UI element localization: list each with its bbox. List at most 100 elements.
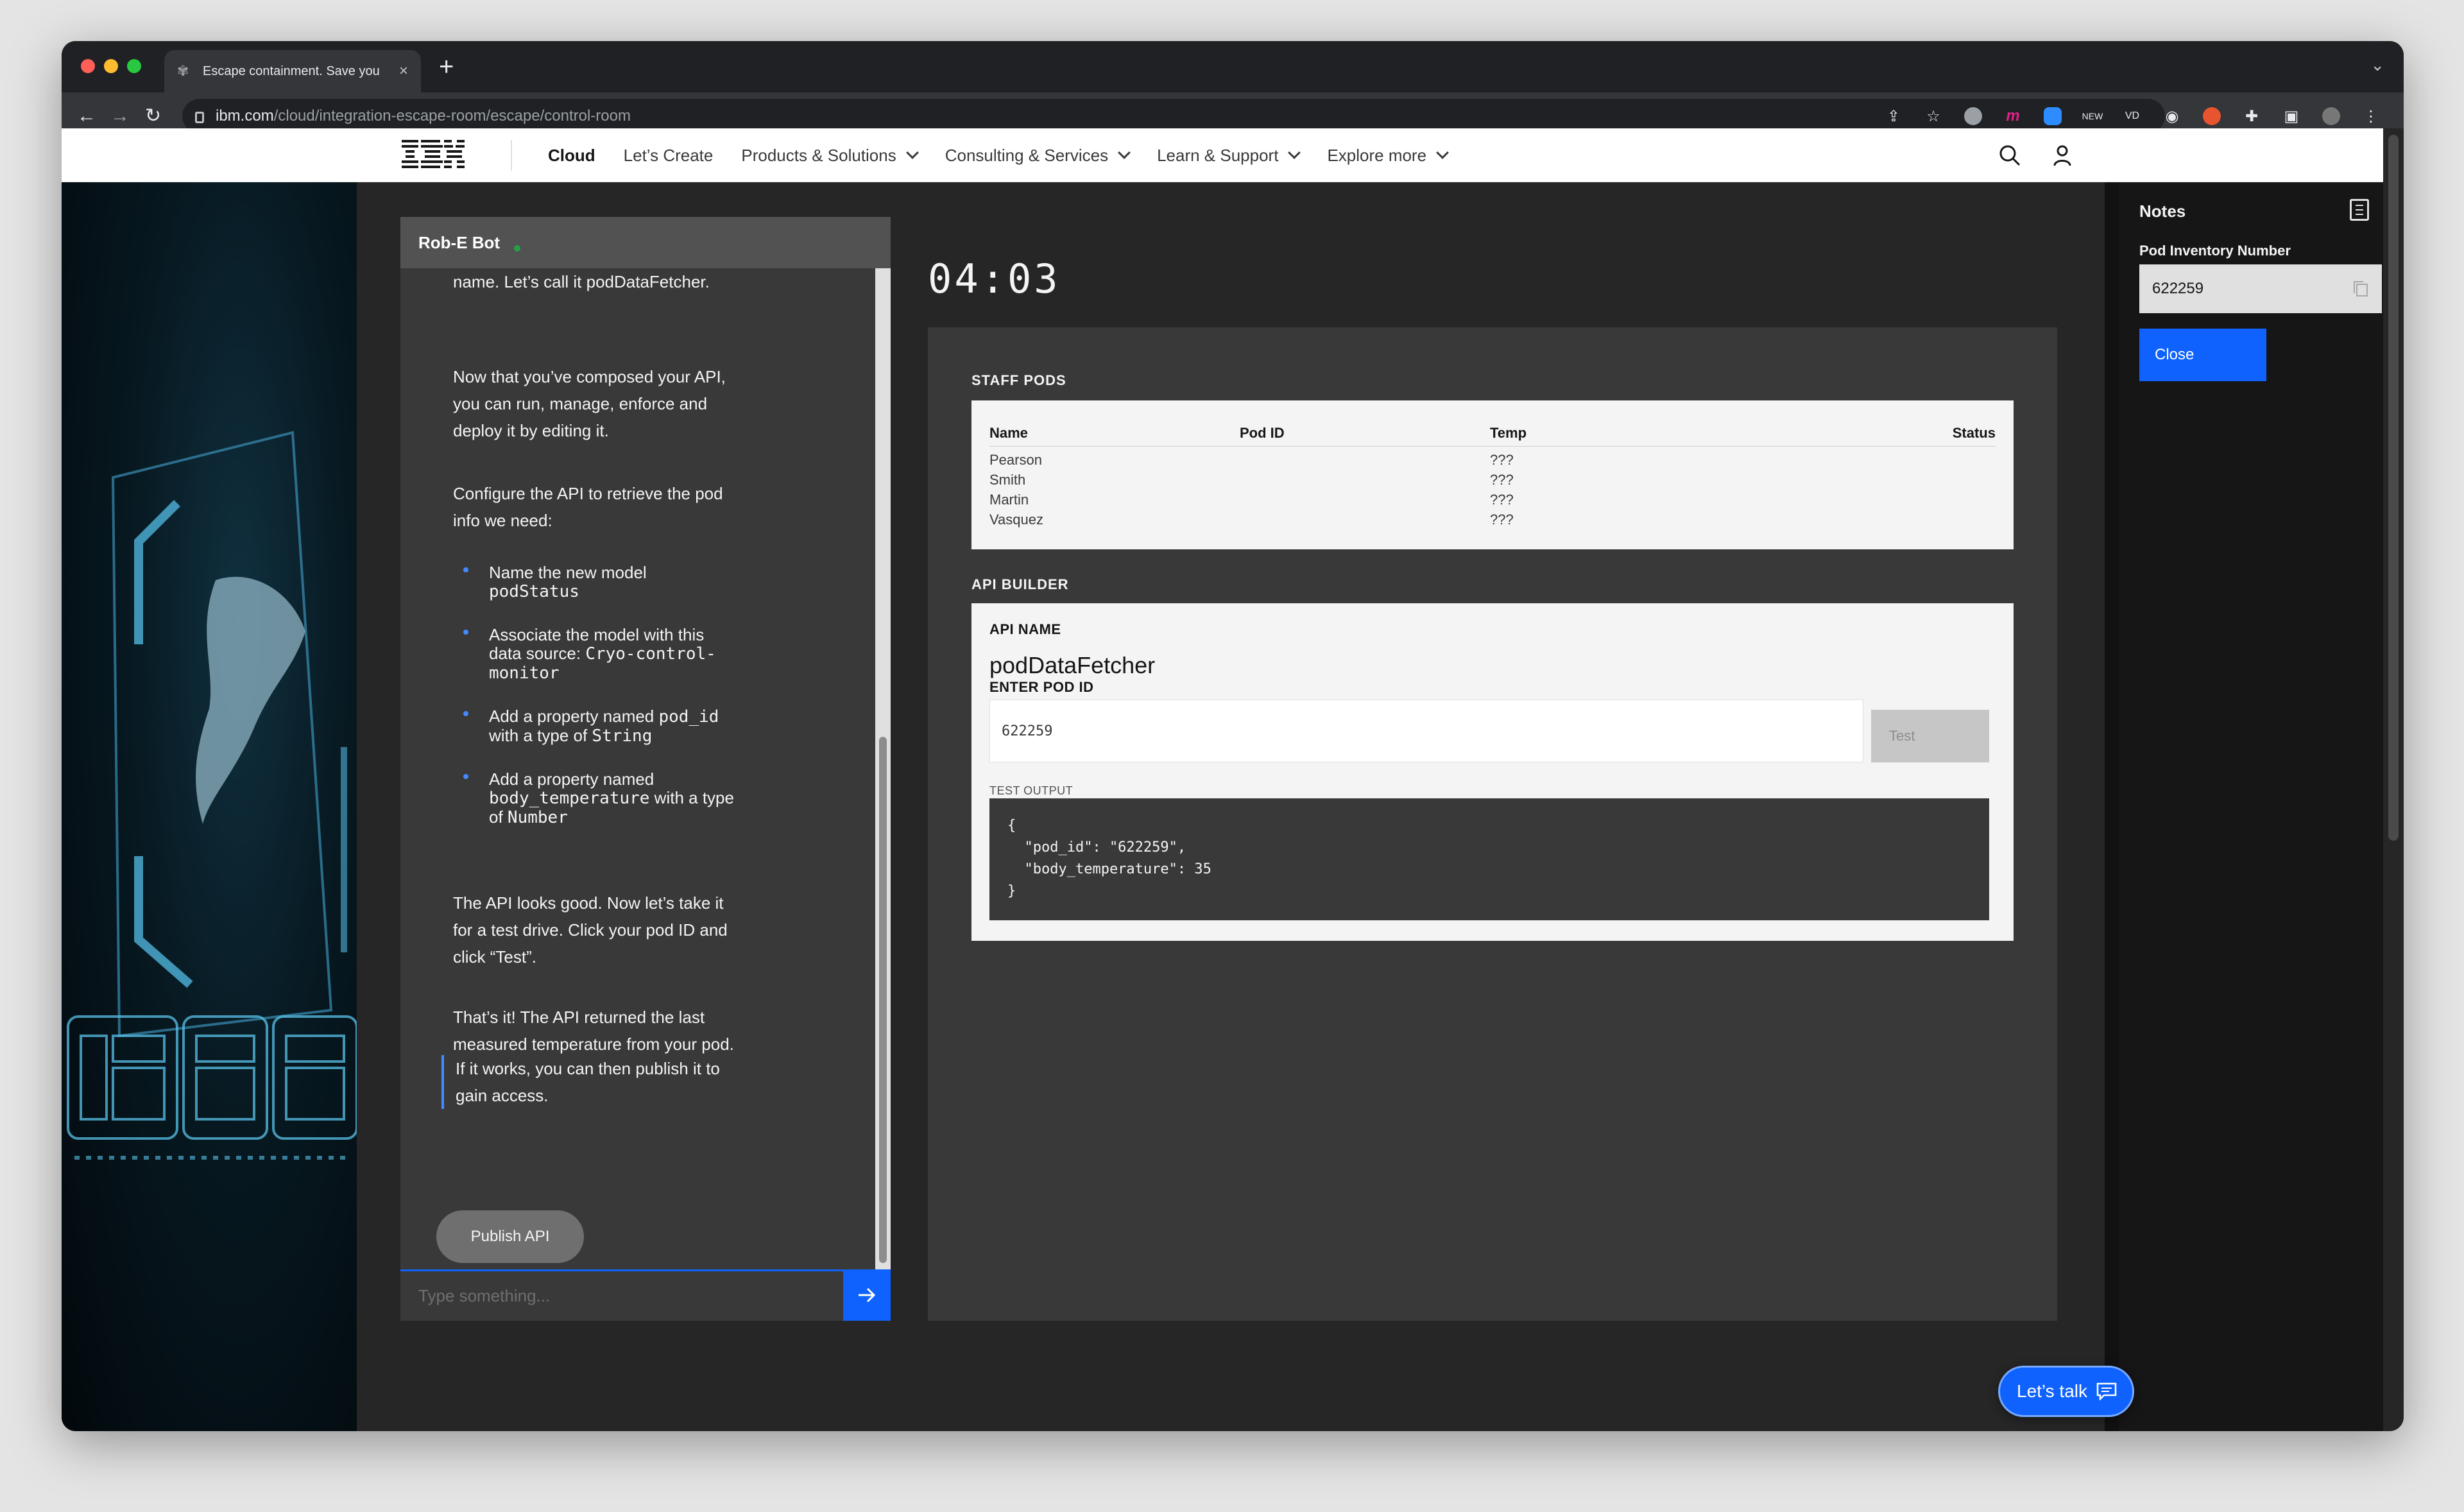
pod-temp: ??? [1490, 492, 1514, 508]
chat-header: Rob-E Bot [400, 217, 891, 268]
instruction-list: Name the new model podStatus Associate t… [453, 563, 735, 852]
column-header-pod-id: Pod ID [1240, 425, 1285, 441]
ibm-logo[interactable] [402, 140, 465, 168]
maximize-window-button[interactable] [127, 59, 141, 73]
puzzle-icon[interactable]: ✚ [2238, 103, 2265, 130]
chat-scrollbar[interactable] [875, 268, 891, 1269]
bullet-text: with a type of [489, 726, 592, 745]
chevron-down-icon [1288, 146, 1301, 159]
pod-temp: ??? [1490, 472, 1514, 488]
lets-talk-button[interactable]: Let’s talk [1998, 1366, 2134, 1417]
user-icon[interactable] [2049, 142, 2075, 168]
api-name-value: podDataFetcher [989, 652, 1156, 678]
kebab-menu-icon[interactable]: ⋮ [2357, 103, 2384, 130]
minimize-window-button[interactable] [104, 59, 118, 73]
list-item: Add a property named body_temperature wi… [453, 770, 735, 827]
pod-id-input[interactable] [989, 700, 1863, 762]
close-button[interactable]: Close [2139, 329, 2266, 381]
nav-lets-create[interactable]: Let’s Create [624, 146, 714, 166]
tab-title: Escape containment. Save you [203, 64, 380, 78]
copy-icon[interactable] [2352, 280, 2369, 298]
browser-window: ✾ Escape containment. Save you × + ⌄ ← →… [62, 41, 2404, 1431]
extension-g-icon[interactable] [1960, 103, 1987, 130]
extension-orange-icon[interactable] [2198, 103, 2225, 130]
send-button[interactable] [843, 1269, 891, 1321]
notebook-icon[interactable] [2350, 199, 2369, 221]
url-host: ibm.com [216, 107, 274, 125]
online-status-dot [514, 245, 521, 252]
pod-temp: ??? [1490, 452, 1514, 468]
profile-avatar[interactable] [2318, 103, 2345, 130]
page-scrollbar[interactable] [2383, 128, 2404, 1431]
bullet-code: pod_id [658, 707, 719, 726]
nav-learn-support[interactable]: Learn & Support [1157, 145, 1301, 166]
chat-message: Now that you’ve composed your API, you c… [453, 367, 726, 440]
table-row: Smith ??? [989, 472, 1996, 492]
tab-close-icon[interactable]: × [399, 62, 408, 80]
extension-zoom-icon[interactable] [2039, 103, 2066, 130]
nav-cloud[interactable]: Cloud [548, 146, 595, 166]
lock-icon [195, 112, 204, 123]
staff-pods-table: Name Pod ID Temp Status Pearson ??? Smit… [971, 400, 2014, 549]
chat-message: Configure the API to retrieve the pod in… [453, 484, 723, 530]
table-body: Pearson ??? Smith ??? Martin ??? Vasquez… [989, 452, 1996, 531]
nav-products-label: Products & Solutions [741, 145, 896, 165]
table-row: Martin ??? [989, 492, 1996, 511]
bullet-code: Number [507, 808, 568, 827]
share-icon[interactable]: ⇪ [1880, 103, 1907, 130]
test-output-label: TEST OUTPUT [989, 784, 1074, 797]
pod-temp: ??? [1490, 511, 1514, 528]
extension-new-icon[interactable]: NEW [2079, 103, 2106, 130]
chat-message: That’s it! The API returned the last mea… [453, 1008, 734, 1054]
bullet-text: Add a property named [489, 707, 659, 726]
nav-learn-label: Learn & Support [1157, 145, 1279, 165]
sidepanel-icon[interactable]: ▣ [2278, 103, 2305, 130]
forward-arrow-icon[interactable]: → [110, 104, 130, 128]
bullet-code: body_temperature [489, 789, 650, 808]
page-scrollbar-thumb[interactable] [2388, 135, 2399, 841]
list-item: Associate the model with this data sourc… [453, 626, 735, 683]
favicon-icon: ✾ [177, 63, 189, 79]
chat-input[interactable] [400, 1269, 843, 1321]
chevron-down-icon [1436, 146, 1449, 159]
staff-pods-title: STAFF PODS [971, 372, 1066, 388]
control-board: STAFF PODS Name Pod ID Temp Status Pears… [928, 327, 2057, 1321]
nav-consulting-services[interactable]: Consulting & Services [945, 146, 1131, 166]
nav-cloud-label: Cloud [548, 145, 595, 165]
extension-m-icon[interactable]: m [1999, 103, 2026, 130]
search-icon[interactable] [1997, 142, 2023, 168]
column-header-name: Name [989, 425, 1028, 441]
chat-scrollbar-thumb[interactable] [879, 737, 887, 1263]
chat-bubble-icon [2096, 1382, 2117, 1400]
notes-title: Notes [2139, 202, 2186, 221]
pod-name: Vasquez [989, 511, 1043, 528]
bullet-code: podStatus [489, 582, 579, 601]
publish-api-button[interactable]: Publish API [436, 1210, 584, 1263]
background-artwork [62, 182, 357, 1431]
extension-vd-icon[interactable]: VD [2119, 103, 2146, 130]
chevron-down-icon [905, 146, 919, 159]
nav-lets-create-label: Let’s Create [623, 145, 714, 165]
tab-search-chevron-icon[interactable]: ⌄ [2370, 55, 2384, 75]
nav-products-solutions[interactable]: Products & Solutions [741, 145, 919, 166]
test-button[interactable]: Test [1871, 710, 1989, 762]
pod-name: Pearson [989, 452, 1042, 468]
nav-explore-more[interactable]: Explore more [1327, 146, 1449, 166]
new-tab-button[interactable]: + [439, 54, 454, 80]
extension-eye-icon[interactable]: ◉ [2159, 103, 2186, 130]
reload-icon[interactable]: ↻ [145, 104, 161, 128]
tab-bar: ✾ Escape containment. Save you × + ⌄ [62, 41, 2404, 92]
browser-tab[interactable]: ✾ Escape containment. Save you × [164, 50, 421, 92]
chat-message: name. Let’s call it podDataFetcher. [453, 272, 710, 291]
table-row: Pearson ??? [989, 452, 1996, 472]
pod-inventory-field[interactable]: 622259 [2139, 264, 2382, 313]
column-header-status: Status [1952, 425, 1996, 441]
back-arrow-icon[interactable]: ← [77, 104, 96, 128]
lets-talk-label: Let’s talk [2017, 1381, 2087, 1401]
bookmark-star-icon[interactable]: ☆ [1920, 103, 1947, 130]
pod-name: Smith [989, 472, 1026, 488]
close-window-button[interactable] [81, 59, 95, 73]
bullet-text: Add a property named [489, 769, 654, 789]
api-name-label: API NAME [989, 621, 1061, 637]
url-path: /cloud/integration-escape-room/escape/co… [273, 107, 631, 125]
